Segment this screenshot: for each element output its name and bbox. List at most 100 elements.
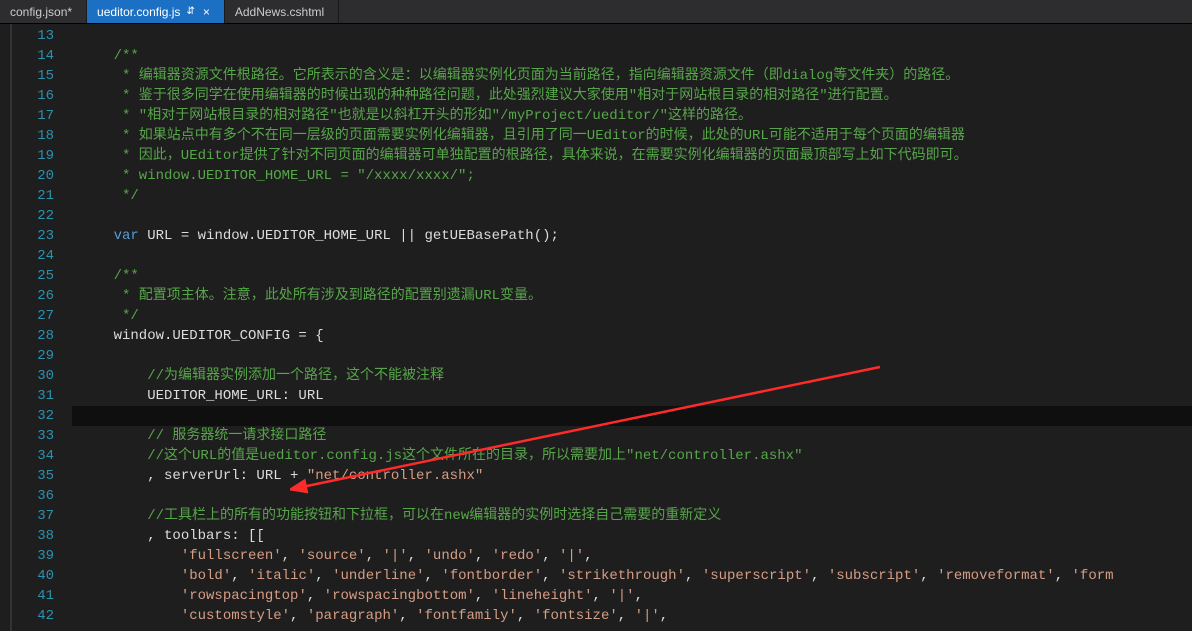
code-line[interactable]: [72, 486, 1192, 506]
pin-icon[interactable]: ⇵: [186, 6, 194, 17]
close-icon[interactable]: ×: [203, 5, 210, 19]
line-number: 15: [0, 66, 54, 86]
token-plain: window.UEDITOR_CONFIG = {: [80, 328, 324, 344]
token-plain: [80, 548, 181, 564]
code-area[interactable]: /** * 编辑器资源文件根路径。它所表示的含义是：以编辑器实例化页面为当前路径…: [72, 24, 1192, 631]
code-line[interactable]: /**: [72, 266, 1192, 286]
line-number: 34: [0, 446, 54, 466]
code-line[interactable]: //工具栏上的所有的功能按钮和下拉框，可以在new编辑器的实例时选择自己需要的重…: [72, 506, 1192, 526]
token-plain: ,: [399, 608, 416, 624]
token-str: '|': [635, 608, 660, 624]
line-number: 20: [0, 166, 54, 186]
token-str: 'form: [1072, 568, 1114, 584]
code-line[interactable]: UEDITOR_HOME_URL: URL: [72, 386, 1192, 406]
line-number: 23: [0, 226, 54, 246]
token-str: 'lineheight': [492, 588, 593, 604]
token-plain: URL = window.UEDITOR_HOME_URL || getUEBa…: [139, 228, 559, 244]
token-plain: [80, 268, 114, 284]
code-line[interactable]: * 配置项主体。注意，此处所有涉及到路径的配置别遗漏URL变量。: [72, 286, 1192, 306]
line-number: 39: [0, 546, 54, 566]
code-line[interactable]: /**: [72, 46, 1192, 66]
token-str: '|': [383, 548, 408, 564]
token-plain: ,: [542, 548, 559, 564]
line-gutter: 1314151617181920212223242526272829303132…: [0, 24, 72, 631]
editor[interactable]: 1314151617181920212223242526272829303132…: [0, 24, 1192, 631]
code-line[interactable]: [72, 346, 1192, 366]
tab-0[interactable]: config.json*: [0, 0, 87, 23]
code-line[interactable]: [72, 26, 1192, 46]
token-comment: */: [80, 308, 139, 324]
tab-label: config.json*: [10, 5, 72, 19]
token-str: 'fontfamily': [416, 608, 517, 624]
line-number: 27: [0, 306, 54, 326]
token-str: 'redo': [492, 548, 542, 564]
code-line[interactable]: * window.UEDITOR_HOME_URL = "/xxxx/xxxx/…: [72, 166, 1192, 186]
code-line[interactable]: //这个URL的值是ueditor.config.js这个文件所在的目录，所以需…: [72, 446, 1192, 466]
line-number: 16: [0, 86, 54, 106]
token-str: 'rowspacingtop': [181, 588, 307, 604]
token-comment: */: [80, 188, 139, 204]
code-line[interactable]: * 鉴于很多同学在使用编辑器的时候出现的种种路径问题，此处强烈建议大家使用"相对…: [72, 86, 1192, 106]
token-plain: [80, 448, 147, 464]
token-plain: [80, 368, 147, 384]
token-str: 'fullscreen': [181, 548, 282, 564]
tab-1[interactable]: ueditor.config.js⇵×: [87, 0, 225, 23]
token-str: 'fontsize': [534, 608, 618, 624]
code-line[interactable]: 'customstyle', 'paragraph', 'fontfamily'…: [72, 606, 1192, 626]
code-line[interactable]: , toolbars: [[: [72, 526, 1192, 546]
code-line[interactable]: * 因此，UEditor提供了针对不同页面的编辑器可单独配置的根路径，具体来说，…: [72, 146, 1192, 166]
tab-2[interactable]: AddNews.cshtml: [225, 0, 339, 23]
line-number: 26: [0, 286, 54, 306]
code-line[interactable]: */: [72, 306, 1192, 326]
code-line[interactable]: * 如果站点中有多个不在同一层级的页面需要实例化编辑器，且引用了同一UEdito…: [72, 126, 1192, 146]
token-str: 'paragraph': [307, 608, 399, 624]
token-comment: //为编辑器实例添加一个路径，这个不能被注释: [147, 368, 444, 384]
line-number: 19: [0, 146, 54, 166]
token-comment: * 编辑器资源文件根路径。它所表示的含义是：以编辑器实例化页面为当前路径，指向编…: [80, 68, 959, 84]
code-line[interactable]: [72, 246, 1192, 266]
line-number: 13: [0, 26, 54, 46]
token-plain: ,: [1055, 568, 1072, 584]
code-line[interactable]: 'rowspacingtop', 'rowspacingbottom', 'li…: [72, 586, 1192, 606]
code-line[interactable]: [72, 406, 1192, 426]
token-comment: * 配置项主体。注意，此处所有涉及到路径的配置别遗漏URL变量。: [80, 288, 542, 304]
token-plain: UEDITOR_HOME_URL: URL: [80, 388, 324, 404]
line-number: 25: [0, 266, 54, 286]
token-plain: ,: [366, 548, 383, 564]
token-plain: ,: [475, 548, 492, 564]
line-number: 24: [0, 246, 54, 266]
token-plain: , toolbars: [[: [80, 528, 265, 544]
token-comment: /**: [114, 48, 139, 64]
token-plain: ,: [408, 548, 425, 564]
code-line[interactable]: */: [72, 186, 1192, 206]
token-plain: ,: [635, 588, 643, 604]
line-number: 18: [0, 126, 54, 146]
token-comment: /**: [114, 268, 139, 284]
code-line[interactable]: 'fullscreen', 'source', '|', 'undo', 're…: [72, 546, 1192, 566]
token-str: 'source': [298, 548, 365, 564]
code-line[interactable]: //为编辑器实例添加一个路径，这个不能被注释: [72, 366, 1192, 386]
code-line[interactable]: [72, 206, 1192, 226]
line-number: 37: [0, 506, 54, 526]
code-line[interactable]: 'bold', 'italic', 'underline', 'fontbord…: [72, 566, 1192, 586]
code-line[interactable]: window.UEDITOR_CONFIG = {: [72, 326, 1192, 346]
tab-label: AddNews.cshtml: [235, 5, 324, 19]
line-number: 35: [0, 466, 54, 486]
token-plain: [80, 508, 147, 524]
token-plain: ,: [593, 588, 610, 604]
line-number: 42: [0, 606, 54, 626]
token-plain: ,: [584, 548, 592, 564]
token-str: 'italic': [248, 568, 315, 584]
code-line[interactable]: * 编辑器资源文件根路径。它所表示的含义是：以编辑器实例化页面为当前路径，指向编…: [72, 66, 1192, 86]
token-plain: [80, 428, 147, 444]
code-line[interactable]: // 服务器统一请求接口路径: [72, 426, 1192, 446]
token-plain: ,: [231, 568, 248, 584]
line-number: 41: [0, 586, 54, 606]
code-line[interactable]: var URL = window.UEDITOR_HOME_URL || get…: [72, 226, 1192, 246]
token-str: "net/controller.ashx": [307, 468, 483, 484]
code-line[interactable]: , serverUrl: URL + "net/controller.ashx": [72, 466, 1192, 486]
line-number: 28: [0, 326, 54, 346]
token-comment: * 如果站点中有多个不在同一层级的页面需要实例化编辑器，且引用了同一UEdito…: [80, 128, 965, 144]
line-number: 31: [0, 386, 54, 406]
code-line[interactable]: * "相对于网站根目录的相对路径"也就是以斜杠开头的形如"/myProject/…: [72, 106, 1192, 126]
